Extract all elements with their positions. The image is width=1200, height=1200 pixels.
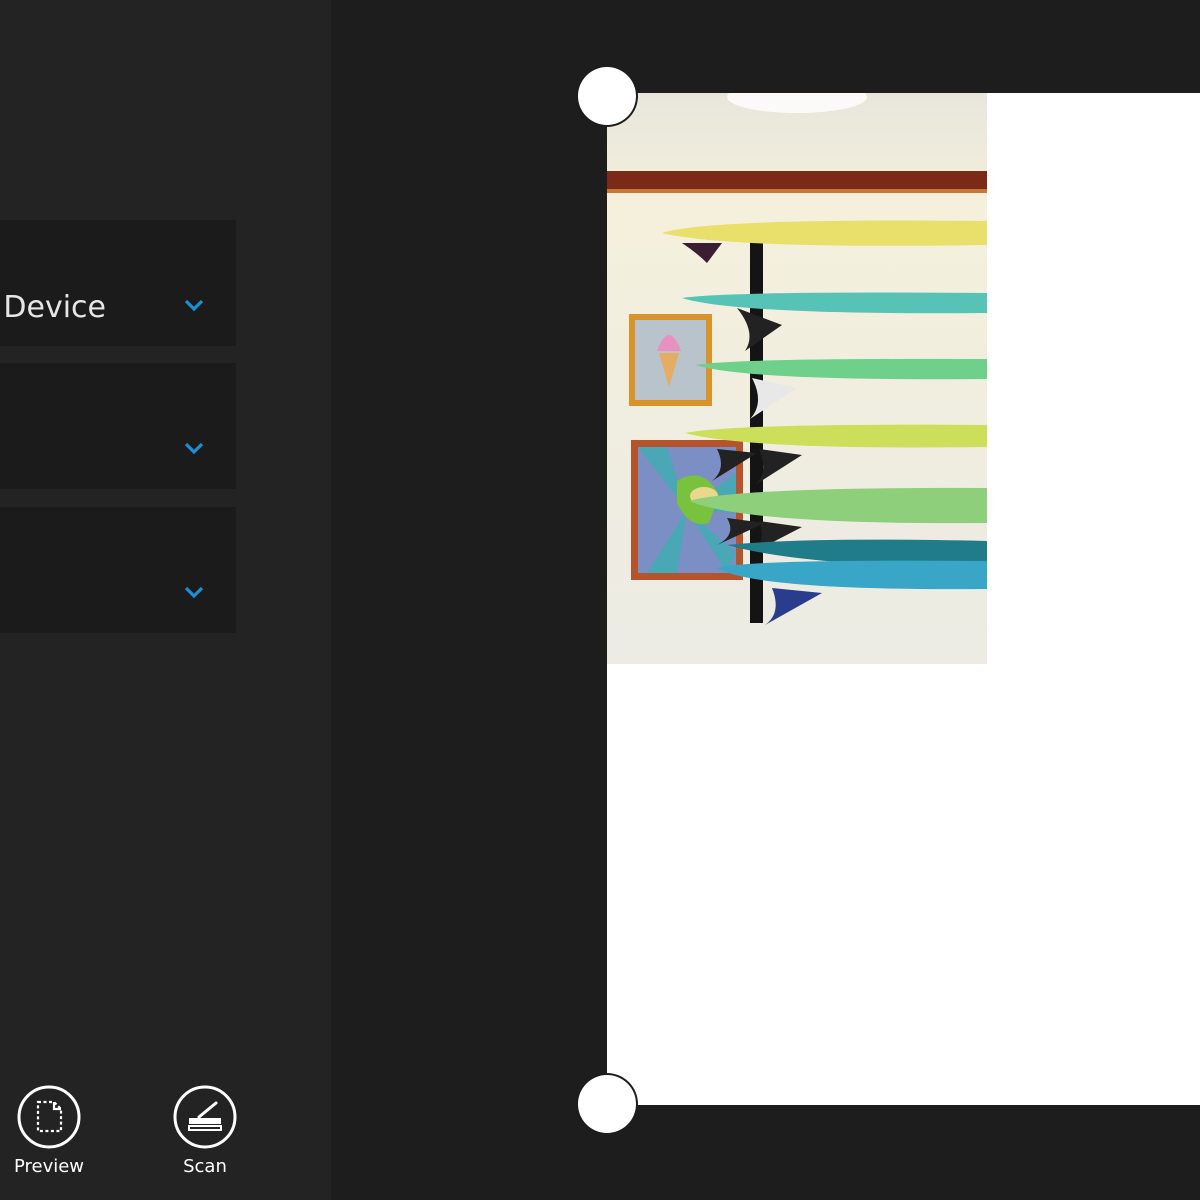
scan-button[interactable]: Scan [155, 1085, 255, 1185]
chevron-down-icon [184, 586, 204, 599]
preview-button-label: Preview [13, 1156, 85, 1177]
crop-handle-bottom-left[interactable] [578, 1075, 636, 1133]
chevron-down-icon [184, 442, 204, 455]
scanner-icon [173, 1085, 237, 1149]
source-dropdown-value: r Device [0, 290, 106, 325]
crop-handle-top-left[interactable] [578, 67, 636, 125]
option-3-dropdown[interactable] [0, 507, 236, 633]
chevron-down-icon [184, 299, 204, 312]
scanned-photo-surfboards [607, 93, 987, 664]
preview-page-icon [17, 1085, 81, 1149]
scan-button-label: Scan [183, 1156, 227, 1177]
option-2-dropdown[interactable] [0, 363, 236, 489]
preview-button[interactable]: Preview [0, 1085, 99, 1185]
settings-sidebar: r Device Preview [0, 0, 331, 1200]
source-dropdown[interactable]: r Device [0, 220, 236, 346]
scan-app: r Device Preview [0, 0, 1200, 1200]
